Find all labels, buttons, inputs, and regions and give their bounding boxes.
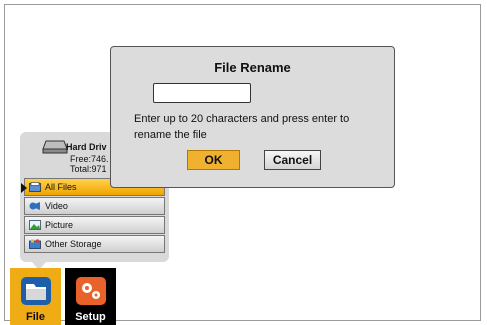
ok-button[interactable]: OK — [187, 150, 240, 170]
video-icon — [29, 202, 40, 210]
hard-drive-icon — [42, 140, 68, 154]
category-label: Video — [45, 201, 68, 211]
gears-icon — [76, 277, 106, 305]
tab-file[interactable]: File — [10, 268, 61, 325]
drive-name: Hard Driv — [66, 142, 107, 152]
all-files-icon — [29, 182, 41, 192]
category-other-storage[interactable]: Other Storage — [24, 235, 165, 253]
category-picture[interactable]: Picture — [24, 216, 165, 234]
tab-label: File — [26, 311, 45, 323]
drive-free-space: Free:746. — [70, 154, 109, 164]
other-storage-icon — [29, 239, 41, 249]
category-label: Picture — [45, 220, 74, 230]
file-rename-dialog: File Rename Enter up to 20 characters an… — [110, 46, 395, 188]
category-video[interactable]: Video — [24, 197, 165, 215]
dialog-message: Enter up to 20 characters and press ente… — [134, 113, 350, 141]
filename-input[interactable] — [153, 83, 251, 103]
tab-setup[interactable]: Setup — [65, 268, 116, 325]
category-label: Other Storage — [45, 239, 102, 249]
category-list: All Files Video Picture Other Storage — [21, 178, 165, 254]
folder-icon — [21, 277, 51, 305]
picture-icon — [29, 220, 41, 230]
drive-total-space: Total:971 — [70, 164, 107, 174]
dialog-title: File Rename — [214, 60, 291, 75]
tab-label: Setup — [75, 311, 106, 323]
selection-arrow-icon — [21, 183, 27, 193]
cancel-button[interactable]: Cancel — [264, 150, 321, 170]
category-label: All Files — [45, 182, 77, 192]
